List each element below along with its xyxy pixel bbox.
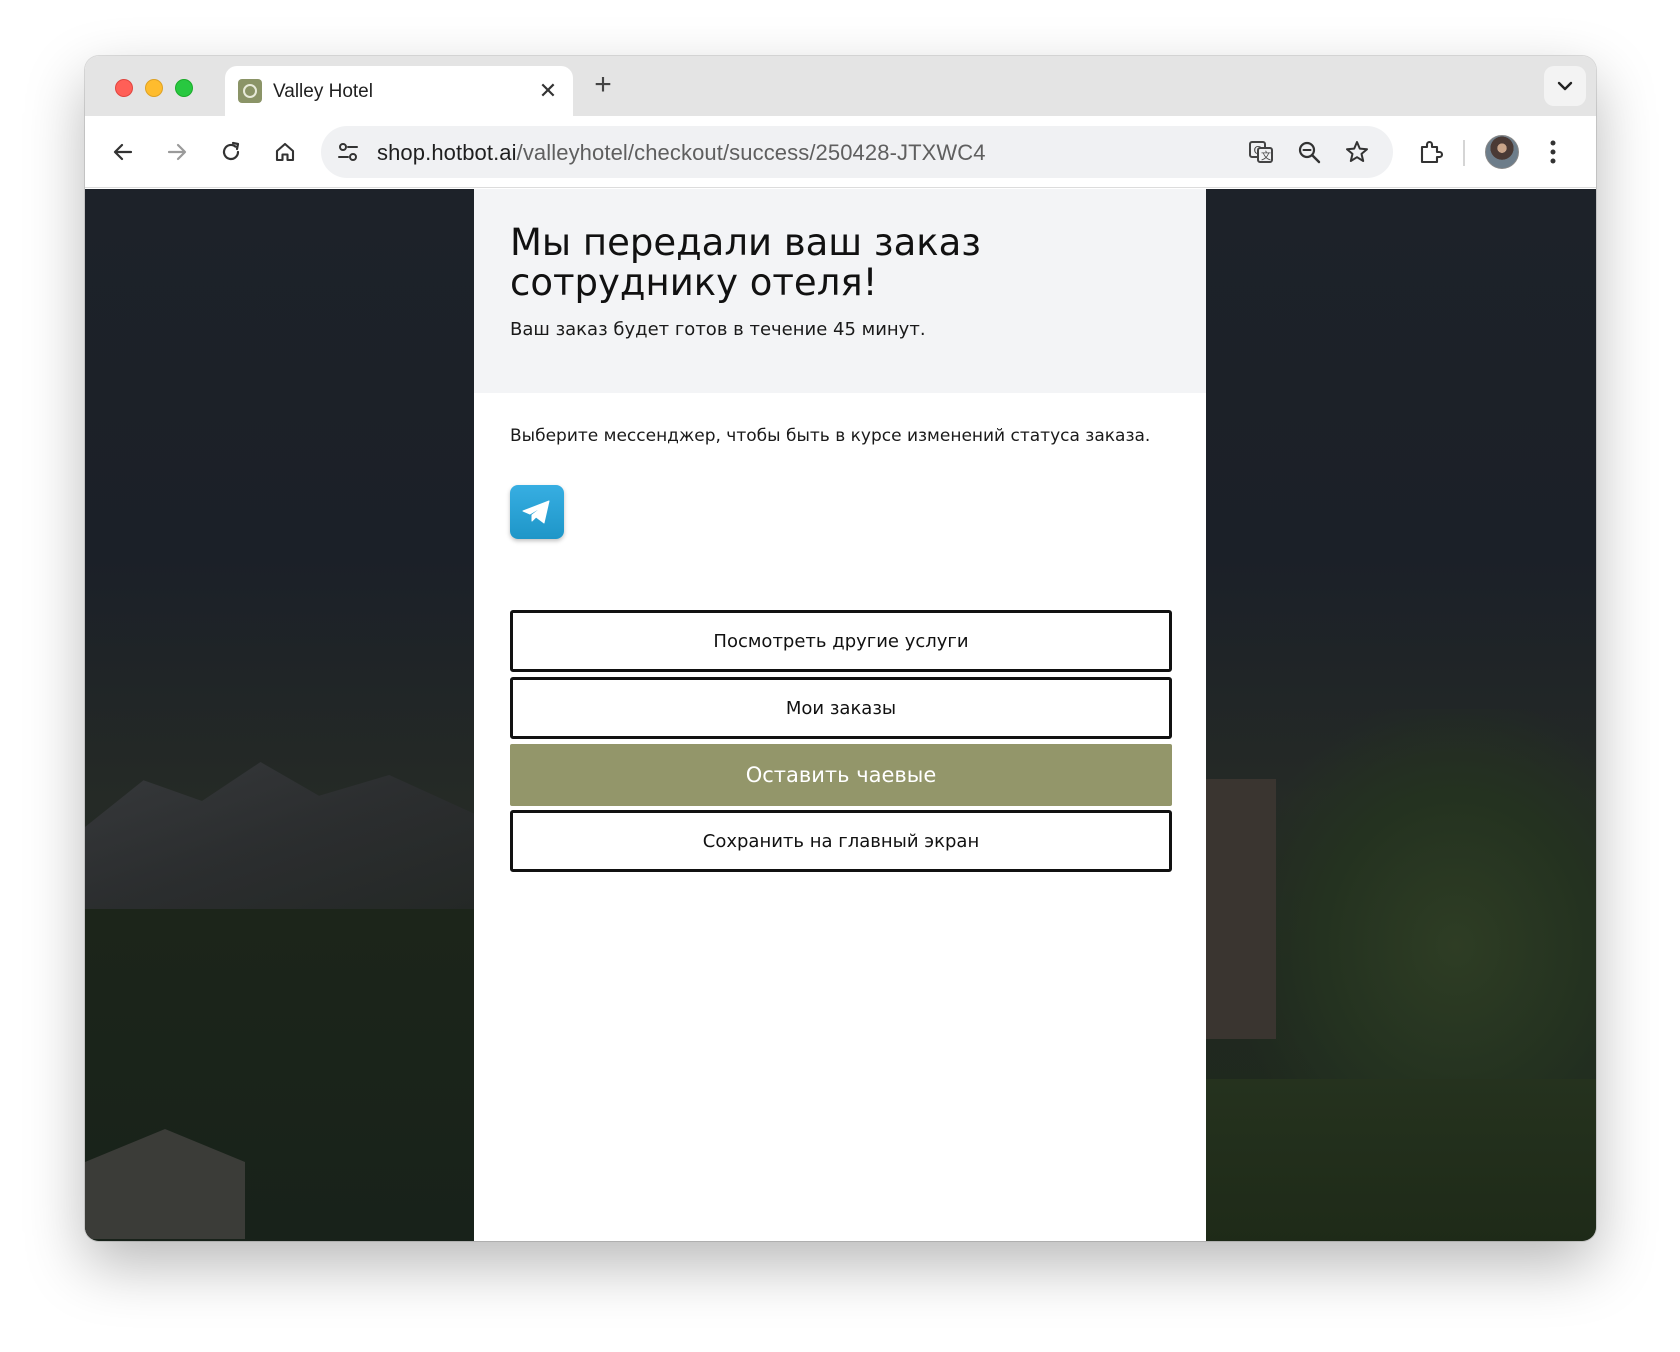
close-window-button[interactable] [115,79,133,97]
toolbar-divider [1463,140,1465,166]
zoom-button[interactable] [1295,138,1323,166]
tab-valley-hotel[interactable]: Valley Hotel ✕ [225,66,573,116]
tab-bar: Valley Hotel ✕ + [85,56,1596,116]
leave-tip-button[interactable]: Оставить чаевые [510,744,1172,806]
chevron-down-icon [1557,81,1573,91]
translate-button[interactable]: G文 [1247,138,1275,166]
other-services-button[interactable]: Посмотреть другие услуги [510,610,1172,672]
browser-toolbar: shop.hotbot.ai/valleyhotel/checkout/succ… [85,116,1596,188]
tab-title: Valley Hotel [273,81,373,102]
telegram-button[interactable] [510,485,564,539]
telegram-icon [522,500,550,524]
tab-close-icon[interactable]: ✕ [535,78,561,104]
zoom-icon [1298,141,1321,164]
minimize-window-button[interactable] [145,79,163,97]
browser-window: Valley Hotel ✕ + shop.hotbot.ai/valleyho… [85,56,1596,1241]
background-building [1206,779,1276,1039]
panel-header: Мы передали ваш заказ сотруднику отеля! … [474,189,1206,393]
translate-icon: G文 [1249,141,1273,163]
extensions-icon [1420,140,1444,164]
messenger-prompt: Выберите мессенджер, чтобы быть в курсе … [510,426,1151,446]
favicon-icon [238,79,262,103]
avatar-image [1485,135,1519,169]
more-menu-button[interactable] [1535,134,1571,170]
svg-text:文: 文 [1261,150,1271,163]
url-path: /valleyhotel/checkout/success/250428-JTX… [516,140,986,165]
forward-icon [167,143,187,161]
url-host: shop.hotbot.ai [377,140,517,165]
new-tab-button[interactable]: + [587,70,619,102]
reload-icon [222,141,240,161]
home-icon [275,142,295,162]
extensions-button[interactable] [1413,134,1449,170]
page-viewport: Мы передали ваш заказ сотруднику отеля! … [85,189,1596,1241]
page-title: Мы передали ваш заказ сотруднику отеля! [510,221,981,304]
my-orders-button[interactable]: Мои заказы [510,677,1172,739]
home-button[interactable] [267,134,303,170]
site-info-icon[interactable] [335,139,361,165]
save-home-screen-button[interactable]: Сохранить на главный экран [510,810,1172,872]
order-ready-text: Ваш заказ будет готов в течение 45 минут… [510,319,926,340]
back-icon [113,143,133,161]
background-tree [1245,709,1596,1139]
address-bar[interactable]: shop.hotbot.ai/valleyhotel/checkout/succ… [321,126,1393,178]
reload-button[interactable] [213,134,249,170]
back-button[interactable] [105,134,141,170]
bookmark-button[interactable] [1343,138,1371,166]
forward-button[interactable] [159,134,195,170]
url-text[interactable]: shop.hotbot.ai/valleyhotel/checkout/succ… [377,140,986,166]
profile-avatar[interactable] [1482,132,1522,172]
background-grass [1206,1079,1596,1241]
maximize-window-button[interactable] [175,79,193,97]
tab-list-button[interactable] [1544,66,1586,106]
checkout-success-panel: Мы передали ваш заказ сотруднику отеля! … [474,189,1206,1241]
bookmark-star-icon [1346,141,1368,162]
more-menu-icon [1550,140,1556,164]
